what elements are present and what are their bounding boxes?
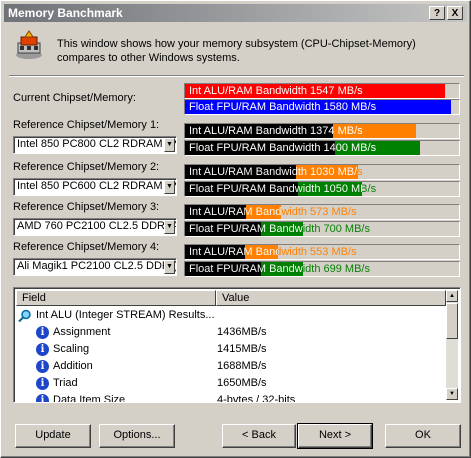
list-item[interactable]: i Scaling 1415MB/s xyxy=(16,341,446,358)
list-header: Field Value xyxy=(16,290,446,306)
list-item[interactable]: i Addition 1688MB/s xyxy=(16,358,446,375)
window-title: Memory Banchmark xyxy=(8,6,123,20)
reference-2-int-text: Int ALU/RAM Bandwidth 1030 MB/s xyxy=(189,166,363,178)
current-int-bar: Int ALU/RAM Bandwidth 1547 MB/s xyxy=(184,83,460,99)
list-item-value: 1415MB/s xyxy=(217,343,267,355)
list-scrollbar[interactable]: ▲ ▼ xyxy=(446,290,458,400)
update-button-label: Update xyxy=(35,429,71,441)
chevron-down-icon[interactable]: ▼ xyxy=(164,138,175,152)
list-group-row[interactable]: Int ALU (Integer STREAM) Results... xyxy=(16,307,446,324)
reference-3-float-bar: Float FPU/RAM Bandwidth 700 MB/s xyxy=(184,221,460,237)
scroll-up-icon[interactable]: ▲ xyxy=(446,290,458,302)
back-button-label: < Back xyxy=(242,429,276,441)
reference-1-float-bar: Float FPU/RAM Bandwidth 1400 MB/s xyxy=(184,140,460,156)
reference-2-float-text: Float FPU/RAM Bandwidth 1050 MB/s xyxy=(189,183,377,195)
reference-4-int-bar: Int ALU/RAM Bandwidth 553 MB/s xyxy=(184,244,460,260)
reference-1-label: Reference Chipset/Memory 1: xyxy=(13,119,160,131)
list-item-value: 1688MB/s xyxy=(217,360,267,372)
chevron-down-icon[interactable]: ▼ xyxy=(164,220,175,234)
column-header-value[interactable]: Value xyxy=(216,290,446,306)
list-item-field: Addition xyxy=(53,360,93,372)
list-item[interactable]: i Triad 1650MB/s xyxy=(16,375,446,392)
magnifier-icon xyxy=(18,309,31,323)
memory-chip-icon xyxy=(16,30,42,59)
current-int-text: Int ALU/RAM Bandwidth 1547 MB/s xyxy=(189,85,363,97)
options-button[interactable]: Options... xyxy=(99,424,175,448)
current-float-text: Float FPU/RAM Bandwidth 1580 MB/s xyxy=(189,101,377,113)
header-description: This window shows how your memory subsys… xyxy=(57,38,416,64)
reference-3-int-text: Int ALU/RAM Bandwidth 573 MB/s xyxy=(189,206,357,218)
list-item[interactable]: i Data Item Size 4-bytes / 32-bits xyxy=(16,392,446,403)
info-icon: i xyxy=(36,377,49,390)
reference-3-value: AMD 760 PC2100 CL2.5 DDR (Ath xyxy=(17,220,177,232)
list-item-value: 4-bytes / 32-bits xyxy=(217,394,296,403)
reference-3-label: Reference Chipset/Memory 3: xyxy=(13,201,160,213)
reference-2-select[interactable]: Intel 850 PC600 CL2 RDRAM (P4 ▼ xyxy=(13,178,177,196)
results-list[interactable]: Field Value Int ALU (Integer STREAM) Res… xyxy=(13,287,461,403)
current-chipset-label: Current Chipset/Memory: xyxy=(13,92,136,104)
list-group-label: Int ALU (Integer STREAM) Results... xyxy=(36,309,215,321)
close-button[interactable]: X xyxy=(447,6,463,20)
reference-4-value: Ali Magik1 PC2100 CL2.5 DDR (A xyxy=(17,260,177,272)
scroll-thumb[interactable] xyxy=(446,303,458,339)
column-header-field[interactable]: Field xyxy=(16,290,216,306)
reference-4-float-bar: Float FPU/RAM Bandwidth 699 MB/s xyxy=(184,261,460,277)
reference-2-label: Reference Chipset/Memory 2: xyxy=(13,161,160,173)
info-icon: i xyxy=(36,326,49,339)
reference-1-value: Intel 850 PC800 CL2 RDRAM (P4 xyxy=(17,138,177,150)
reference-1-int-text: Int ALU/RAM Bandwidth 1374 MB/s xyxy=(189,125,363,137)
list-item-field: Data Item Size xyxy=(53,394,126,403)
reference-1-float-text: Float FPU/RAM Bandwidth 1400 MB/s xyxy=(189,142,377,154)
reference-1-int-bar: Int ALU/RAM Bandwidth 1374 MB/s xyxy=(184,123,460,139)
reference-4-int-text: Int ALU/RAM Bandwidth 553 MB/s xyxy=(189,246,357,258)
chevron-down-icon[interactable]: ▼ xyxy=(164,260,175,274)
next-button[interactable]: Next > xyxy=(297,423,373,449)
options-button-label: Options... xyxy=(113,429,161,441)
list-item[interactable]: i Assignment 1436MB/s xyxy=(16,324,446,341)
reference-1-select[interactable]: Intel 850 PC800 CL2 RDRAM (P4 ▼ xyxy=(13,136,177,154)
memory-benchmark-window: Memory Banchmark ? X This window shows h… xyxy=(0,0,471,458)
ok-button[interactable]: OK xyxy=(385,424,461,448)
reference-2-value: Intel 850 PC600 CL2 RDRAM (P4 xyxy=(17,180,177,192)
info-icon: i xyxy=(36,360,49,373)
update-button[interactable]: Update xyxy=(15,424,91,448)
chevron-down-icon[interactable]: ▼ xyxy=(164,180,175,194)
help-button[interactable]: ? xyxy=(429,6,445,20)
list-item-value: 1436MB/s xyxy=(217,326,267,338)
next-button-label: Next > xyxy=(318,429,352,441)
title-bar[interactable]: Memory Banchmark ? X xyxy=(4,4,467,22)
scroll-down-icon[interactable]: ▼ xyxy=(446,388,458,400)
info-icon: i xyxy=(36,394,49,402)
header-divider xyxy=(9,75,464,77)
list-item-field: Assignment xyxy=(53,326,111,338)
back-button[interactable]: < Back xyxy=(222,424,296,448)
reference-3-select[interactable]: AMD 760 PC2100 CL2.5 DDR (Ath ▼ xyxy=(13,218,177,236)
list-item-field: Scaling xyxy=(53,343,90,355)
reference-4-label: Reference Chipset/Memory 4: xyxy=(13,241,160,253)
reference-3-int-bar: Int ALU/RAM Bandwidth 573 MB/s xyxy=(184,204,460,220)
ok-button-label: OK xyxy=(415,429,431,441)
list-item-field: Triad xyxy=(53,377,78,389)
current-float-bar: Float FPU/RAM Bandwidth 1580 MB/s xyxy=(184,99,460,115)
reference-2-int-bar: Int ALU/RAM Bandwidth 1030 MB/s xyxy=(184,164,460,180)
list-item-value: 1650MB/s xyxy=(217,377,267,389)
reference-2-float-bar: Float FPU/RAM Bandwidth 1050 MB/s xyxy=(184,181,460,197)
reference-4-select[interactable]: Ali Magik1 PC2100 CL2.5 DDR (A ▼ xyxy=(13,258,177,276)
reference-4-float-text: Float FPU/RAM Bandwidth 699 MB/s xyxy=(189,263,370,275)
reference-3-float-text: Float FPU/RAM Bandwidth 700 MB/s xyxy=(189,223,370,235)
info-icon: i xyxy=(36,343,49,356)
